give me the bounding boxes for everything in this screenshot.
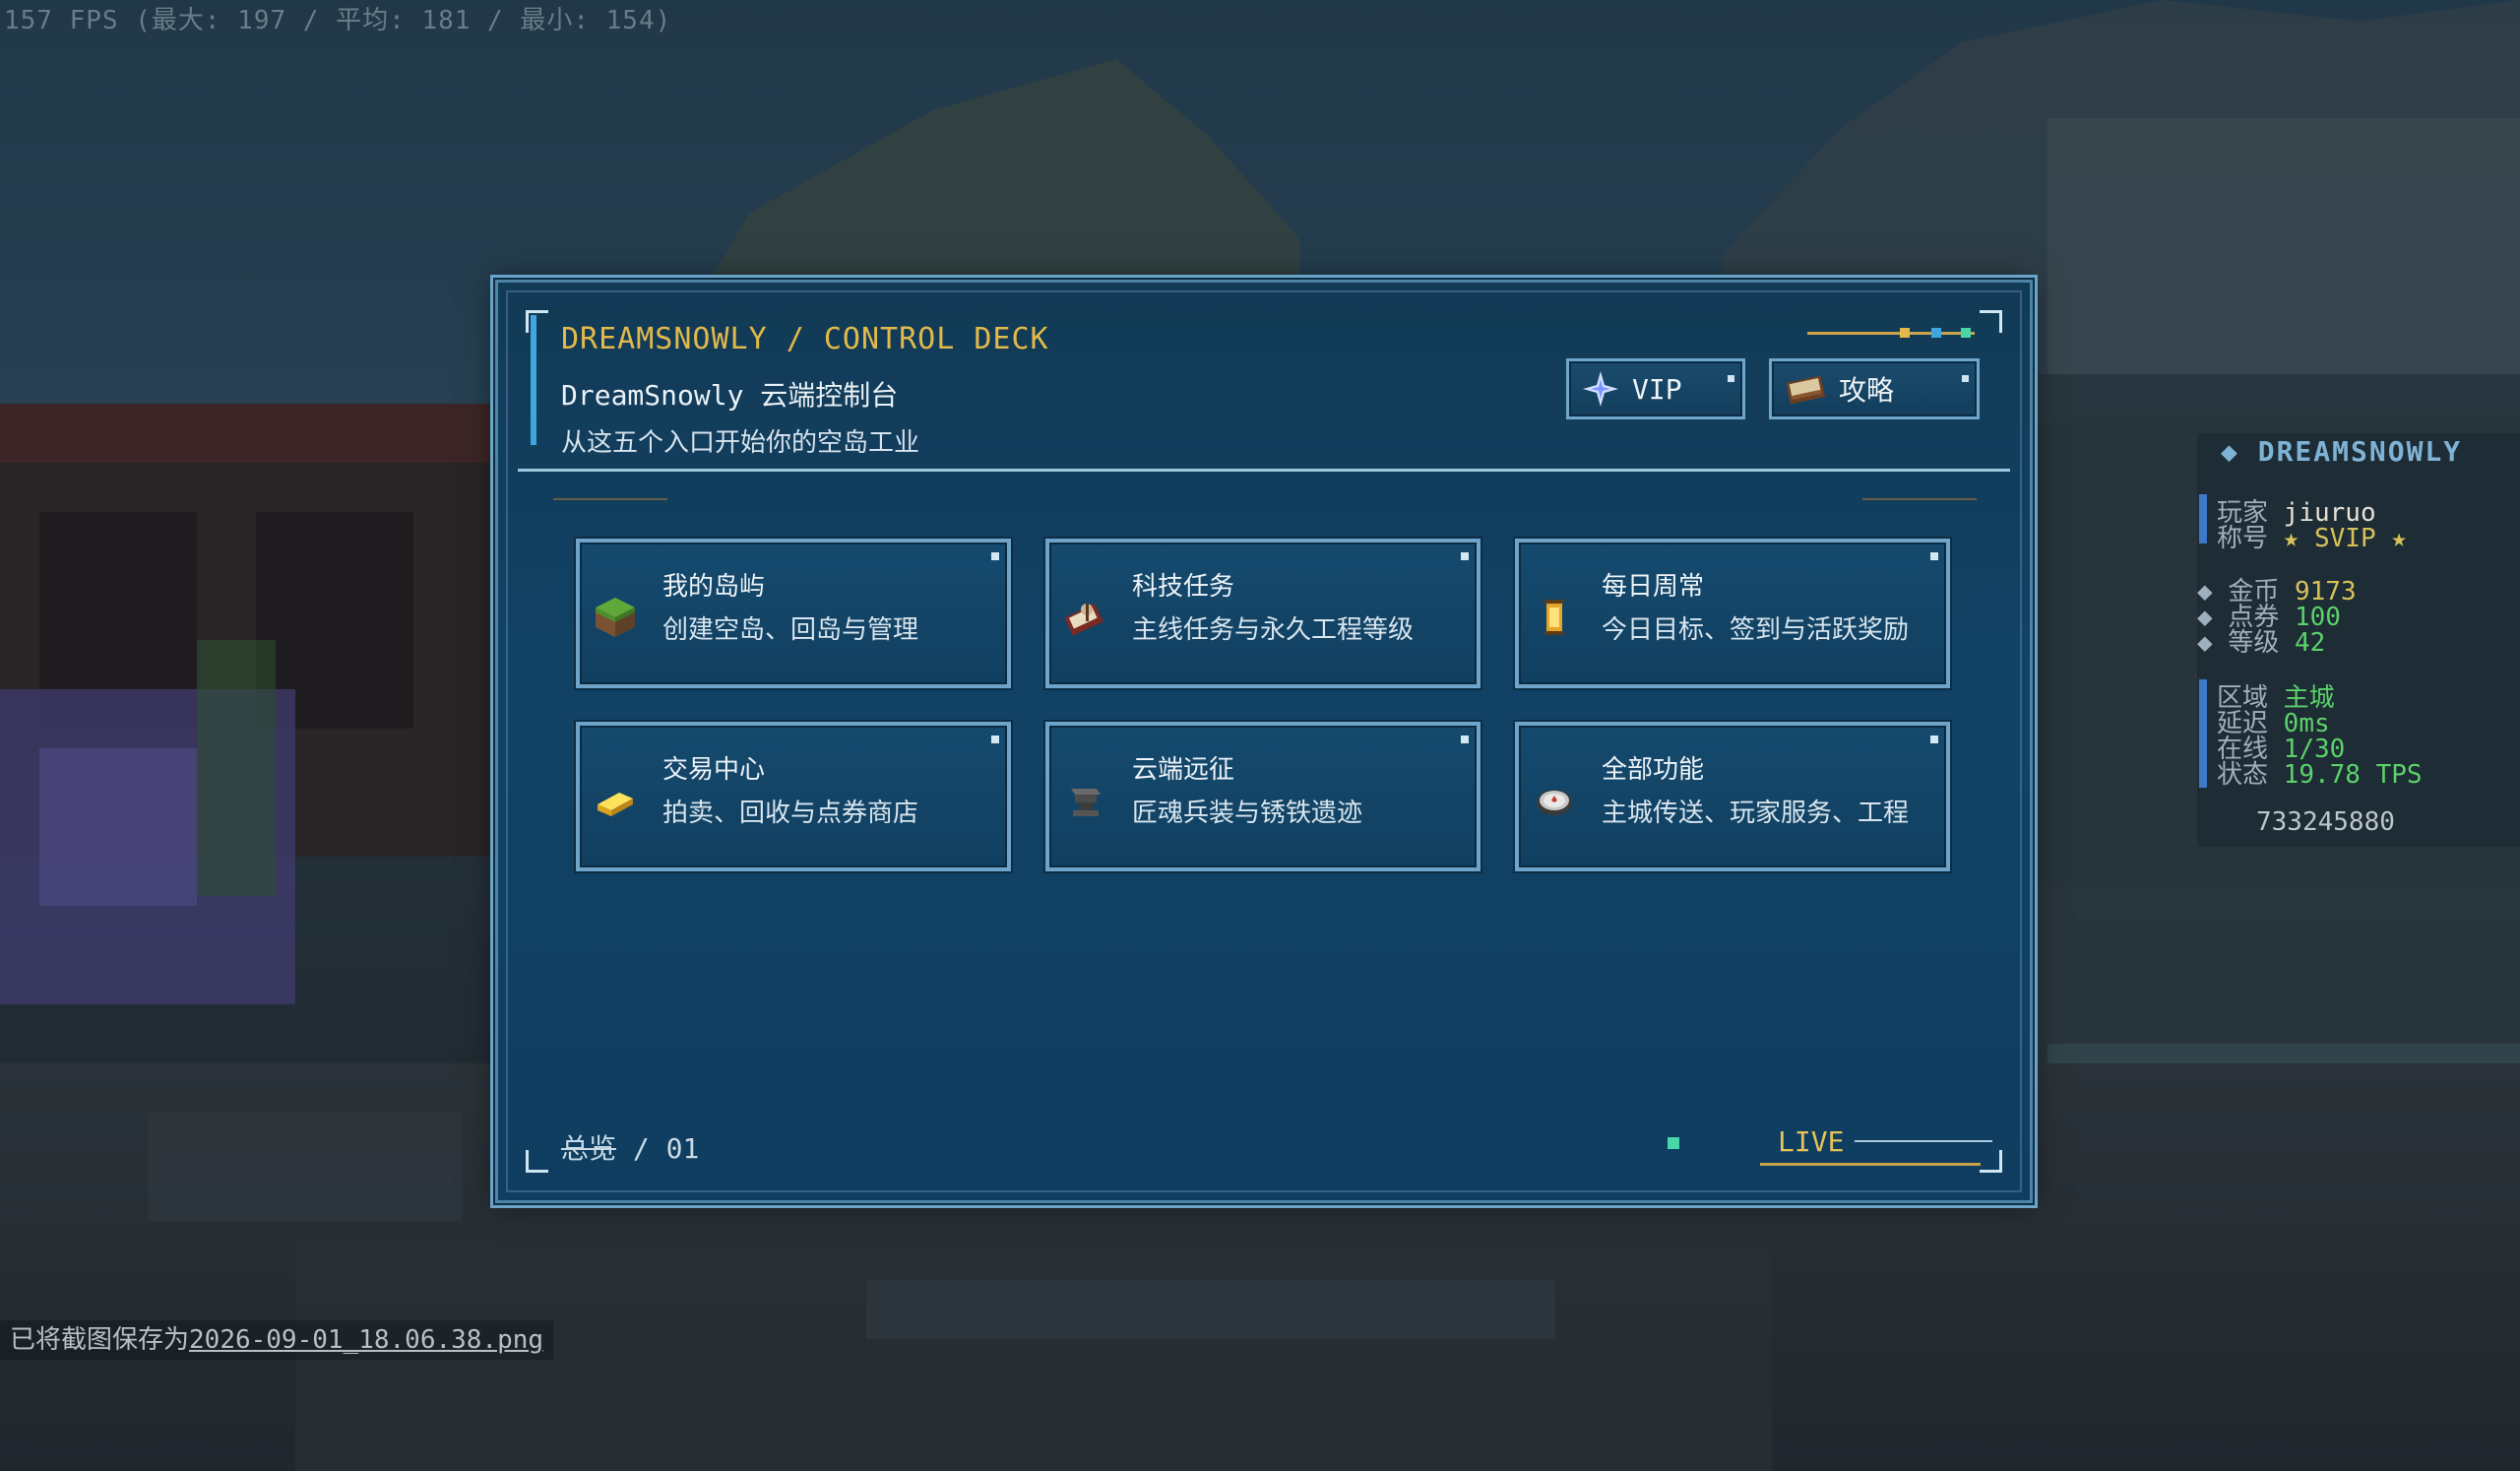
card-title: 云端远征: [1132, 755, 1235, 785]
footer-section: 总览: [561, 1132, 617, 1165]
screenshot-file-link[interactable]: 2026-09-01_18.06.38.png: [189, 1325, 543, 1355]
status-value: 19.78 TPS: [2283, 760, 2423, 790]
chat-message: 已将截图保存为2026-09-01_18.06.38.png: [0, 1320, 554, 1360]
live-label: LIVE: [1778, 1125, 1845, 1158]
vip-button[interactable]: VIP: [1566, 358, 1745, 419]
card-my-island[interactable]: 我的岛屿 创建空岛、回岛与管理: [576, 539, 1011, 688]
card-subtitle: 主城传送、玩家服务、工程: [1602, 799, 1910, 828]
rank-value: SVIP: [2313, 524, 2376, 553]
scoreboard-accent-bar-2: [2199, 679, 2207, 788]
card-title: 交易中心: [662, 755, 766, 785]
guide-label: 攻略: [1839, 374, 1895, 407]
sparkle-icon: [1583, 371, 1618, 407]
card-title: 每日周常: [1602, 572, 1705, 602]
panel-subtitle: 从这五个入口开始你的空岛工业: [561, 428, 920, 458]
level-value: 42: [2294, 628, 2326, 658]
level-key: 等级: [2228, 628, 2280, 658]
footer-page-indicator: 总览 / 01: [561, 1127, 699, 1167]
scoreboard-title: ◆ DREAMSNOWLY: [2221, 435, 2463, 468]
corner-tr: [1980, 310, 2002, 333]
header-deco-dot: [1931, 328, 1941, 338]
anvil-icon: [1071, 789, 1101, 816]
fps-counter: 157 FPS (最大: 197 / 平均: 181 / 最小: 154): [4, 6, 672, 35]
footer-page: / 01: [616, 1132, 700, 1165]
card-subtitle: 创建空岛、回岛与管理: [662, 615, 919, 645]
live-deco-line: [1855, 1140, 1992, 1142]
live-status-dot: [1668, 1137, 1679, 1149]
card-subtitle: 拍卖、回收与点券商店: [662, 799, 919, 828]
panel-title: DREAMSNOWLY / CONTROL DECK: [561, 322, 1049, 356]
corner-bl: [526, 1150, 548, 1173]
card-subtitle: 主线任务与永久工程等级: [1132, 615, 1415, 645]
card-pip: [1930, 552, 1938, 560]
button-pip: [1962, 375, 1969, 382]
card-trade-center[interactable]: 交易中心 拍卖、回收与点券商店: [576, 722, 1011, 871]
section-deco-right: [1862, 498, 1977, 500]
card-all-features[interactable]: 全部功能 主城传送、玩家服务、工程: [1515, 722, 1950, 871]
scoreboard-accent-bar: [2199, 494, 2207, 544]
section-deco-left: [553, 498, 667, 500]
chat-prefix: 已将截图保存为: [10, 1325, 190, 1355]
header-deco-line: [1807, 332, 1975, 335]
card-title: 科技任务: [1132, 572, 1235, 602]
card-pip: [991, 552, 999, 560]
corner-br: [1980, 1150, 2002, 1173]
card-pip: [1461, 552, 1469, 560]
card-subtitle: 匠魂兵装与锈铁遗迹: [1132, 799, 1363, 828]
header-deco-dot: [1900, 328, 1910, 338]
control-deck-panel: DREAMSNOWLY / CONTROL DECK DreamSnowly 云…: [495, 280, 2033, 1203]
card-pip: [991, 736, 999, 743]
card-pip: [1461, 736, 1469, 743]
card-title: 我的岛屿: [662, 572, 766, 602]
compass-icon: [1537, 790, 1572, 815]
card-pip: [1930, 736, 1938, 743]
scoreboard-sidebar: ◆ DREAMSNOWLY 玩家 jiuruo 称号 ★ SVIP ★ ◆ 金币…: [2197, 433, 2520, 847]
rank-key: 称号: [2217, 524, 2269, 553]
panel-name: DreamSnowly 云端控制台: [561, 379, 899, 412]
player-uid: 733245880: [2256, 807, 2395, 837]
header-accent-bar: [531, 315, 536, 445]
status-key: 状态: [2217, 760, 2269, 790]
book-icon: [1786, 375, 1825, 405]
card-daily-weekly[interactable]: 每日周常 今日目标、签到与活跃奖励: [1515, 539, 1950, 688]
gold-ingot-icon: [598, 793, 633, 816]
header-deco-dot: [1961, 328, 1971, 338]
button-pip: [1728, 375, 1734, 382]
guide-button[interactable]: 攻略: [1769, 358, 1980, 419]
lantern-scroll-icon: [1544, 600, 1564, 635]
header-divider: [518, 469, 2010, 472]
card-tech-quests[interactable]: 科技任务 主线任务与永久工程等级: [1045, 539, 1480, 688]
card-cloud-expedition[interactable]: 云端远征 匠魂兵装与锈铁遗迹: [1045, 722, 1480, 871]
card-subtitle: 今日目标、签到与活跃奖励: [1602, 615, 1910, 645]
vip-label: VIP: [1632, 372, 1682, 406]
grass-block-icon: [596, 598, 635, 637]
live-underline: [1760, 1163, 1981, 1166]
quest-book-icon: [1064, 604, 1103, 636]
card-title: 全部功能: [1602, 755, 1705, 785]
corner-tl: [526, 310, 548, 333]
